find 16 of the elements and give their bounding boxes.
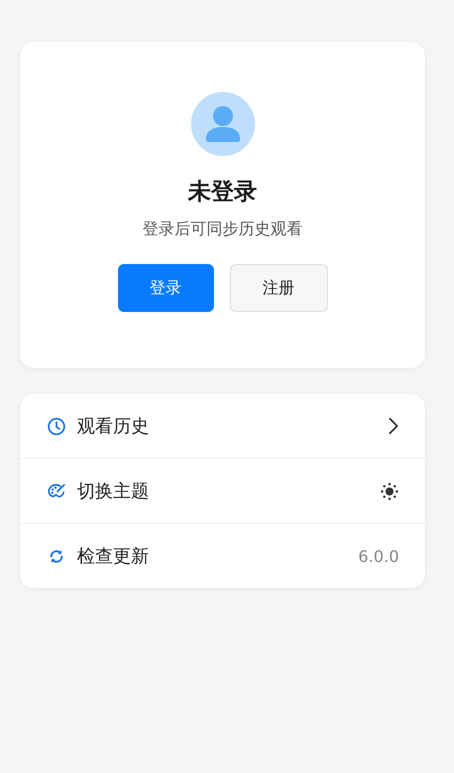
avatar-icon [190,92,254,156]
menu-label: 观看历史 [77,415,150,438]
menu-item[interactable]: 观看历史 [20,394,425,458]
menu-item[interactable]: 检查更新 6.0.0 [20,523,425,588]
sun-icon [380,482,399,500]
register-button[interactable]: 注册 [230,264,328,312]
menu-label: 切换主题 [77,480,150,503]
login-hint: 登录后可同步历史观看 [142,219,302,240]
clock-icon [47,416,66,436]
chevron-right-icon [388,417,399,435]
menu-label: 检查更新 [77,545,150,568]
login-status: 未登录 [188,178,257,207]
version-text: 6.0.0 [358,546,399,566]
palette-icon [47,482,66,500]
menu-item[interactable]: 切换主题 [20,458,425,523]
login-button[interactable]: 登录 [118,264,214,312]
